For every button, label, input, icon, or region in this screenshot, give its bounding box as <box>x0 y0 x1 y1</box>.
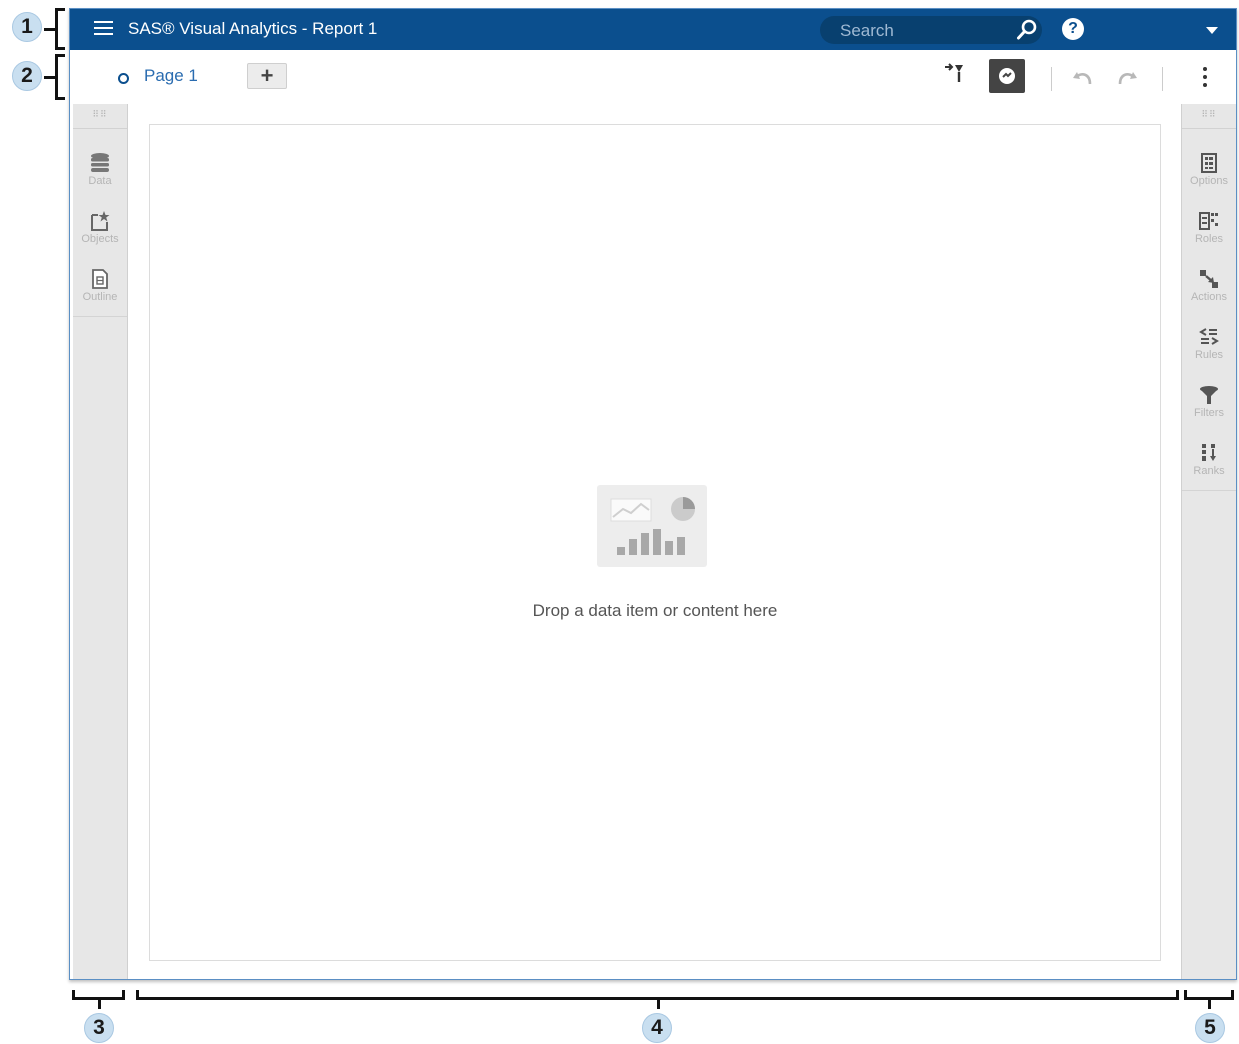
app-title: SAS® Visual Analytics - Report 1 <box>128 19 378 38</box>
objects-icon <box>91 211 110 231</box>
roles-icon <box>1199 212 1218 230</box>
left-pane: ⠿⠿ Data Objects Outline <box>73 104 128 979</box>
right-pane-item-label: Ranks <box>1193 465 1225 477</box>
right-pane-item-label: Roles <box>1194 233 1224 245</box>
callout-5: 5 <box>1195 1013 1225 1043</box>
toolbar-divider <box>1051 67 1052 91</box>
options-icon <box>1201 153 1217 173</box>
canvas-drop-hint: Drop a data item or content here <box>532 601 778 620</box>
right-pane: ⠿⠿ Options Roles Actions Rules Filters R… <box>1181 104 1236 979</box>
auto-update-icon <box>999 68 1015 84</box>
help-icon[interactable]: ? <box>1062 18 1084 40</box>
ranks-icon <box>1202 444 1216 461</box>
undo-icon[interactable] <box>1070 68 1094 90</box>
filter-icon <box>1200 386 1218 404</box>
app-title-bar: SAS® Visual Analytics - Report 1 ? <box>70 9 1236 50</box>
chevron-down-icon[interactable] <box>1206 27 1218 34</box>
page-status-icon <box>118 73 129 84</box>
auto-update-button[interactable] <box>989 59 1025 93</box>
drop-content-icon <box>597 485 707 567</box>
rules-icon <box>1199 328 1219 345</box>
left-pane-item-label: Data <box>88 175 112 187</box>
toolbar-divider <box>1162 67 1163 91</box>
search-input[interactable] <box>838 20 1002 42</box>
app-window: SAS® Visual Analytics - Report 1 ? Page … <box>69 8 1237 980</box>
callout-2: 2 <box>12 61 42 91</box>
left-pane-item-data[interactable]: Data <box>73 144 127 200</box>
right-pane-item-label: Rules <box>1194 349 1224 361</box>
report-toolbar: Page 1 + <box>70 50 1236 104</box>
more-options-icon[interactable] <box>1203 67 1207 91</box>
right-pane-grip[interactable]: ⠿⠿ <box>1182 104 1236 129</box>
search-icon[interactable] <box>1016 19 1038 41</box>
right-pane-item-roles[interactable]: Roles <box>1182 202 1236 258</box>
actions-icon <box>1200 270 1218 288</box>
right-pane-item-actions[interactable]: Actions <box>1182 260 1236 316</box>
bracket-2 <box>44 54 65 100</box>
left-pane-item-objects[interactable]: Objects <box>73 202 127 258</box>
hamburger-menu-icon[interactable] <box>94 21 113 37</box>
left-pane-item-outline[interactable]: Outline <box>73 260 127 317</box>
left-pane-item-label: Outline <box>82 291 118 303</box>
bracket-4 <box>136 990 1179 1009</box>
interactions-icon[interactable] <box>942 62 966 86</box>
left-pane-grip[interactable]: ⠿⠿ <box>73 104 127 129</box>
callout-4: 4 <box>642 1013 672 1043</box>
bracket-3 <box>72 990 125 1009</box>
left-pane-item-label: Objects <box>81 233 119 245</box>
add-page-button[interactable]: + <box>247 63 287 89</box>
report-canvas[interactable]: Drop a data item or content here <box>149 124 1161 961</box>
right-pane-item-filters[interactable]: Filters <box>1182 376 1236 432</box>
search-box[interactable] <box>820 16 1042 44</box>
callout-1: 1 <box>12 12 42 42</box>
database-icon <box>91 153 109 172</box>
right-pane-item-label: Filters <box>1194 407 1224 419</box>
right-pane-item-label: Actions <box>1190 291 1228 303</box>
right-pane-item-label: Options <box>1190 175 1228 187</box>
right-pane-item-rules[interactable]: Rules <box>1182 318 1236 374</box>
bracket-5 <box>1184 990 1234 1009</box>
outline-icon <box>92 269 108 289</box>
bracket-1 <box>44 8 65 50</box>
right-pane-item-ranks[interactable]: Ranks <box>1182 434 1236 491</box>
page-tab-label: Page 1 <box>144 66 198 85</box>
right-pane-item-options[interactable]: Options <box>1182 144 1236 200</box>
redo-icon[interactable] <box>1116 68 1140 90</box>
callout-3: 3 <box>84 1013 114 1043</box>
